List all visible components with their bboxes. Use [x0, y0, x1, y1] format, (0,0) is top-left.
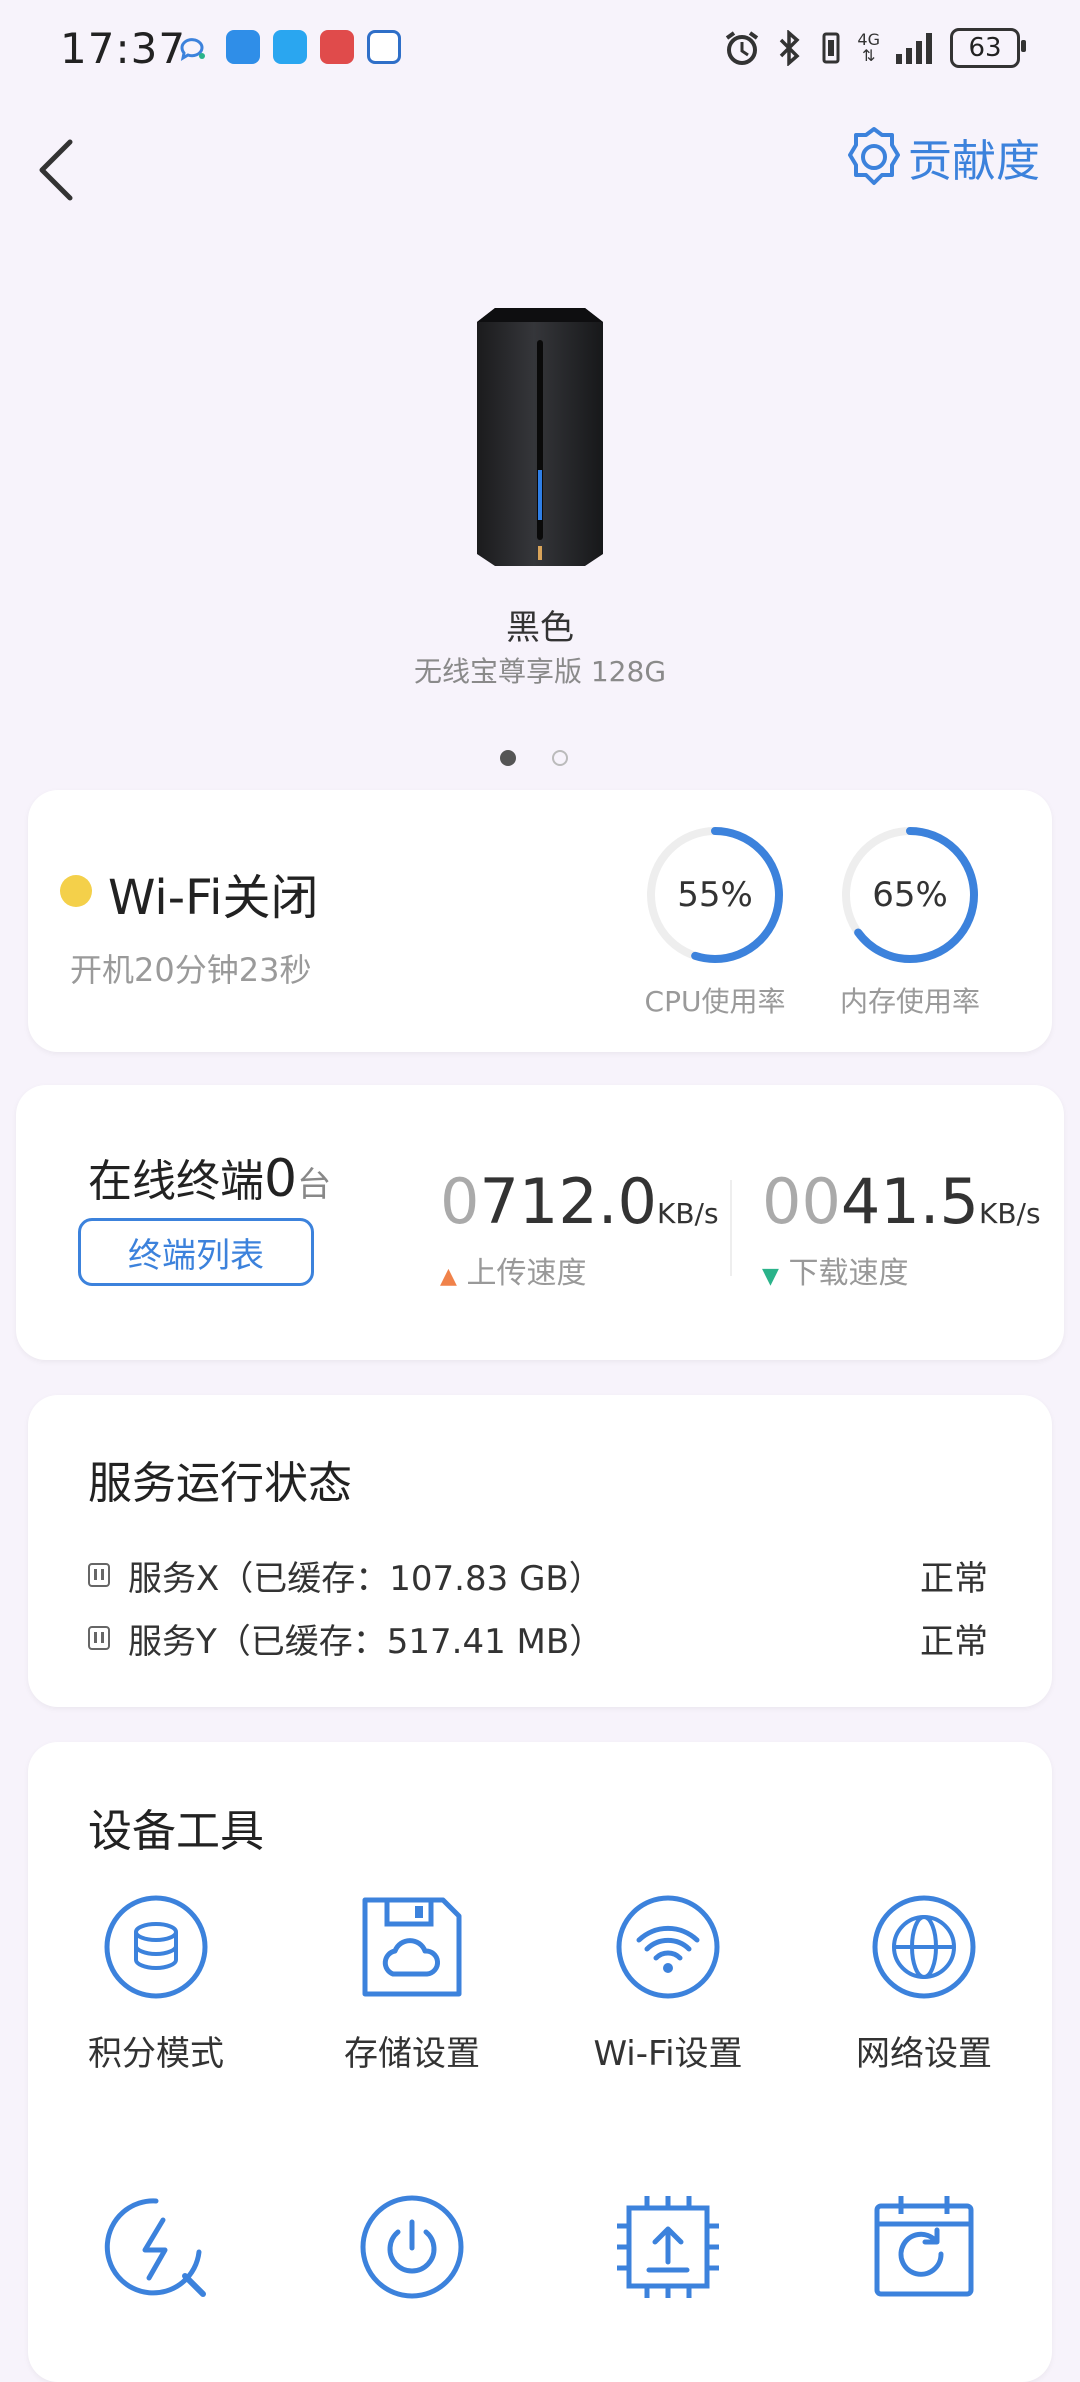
- download-unit: KB/s: [978, 1197, 1041, 1230]
- network-type: 4G ⇅: [857, 30, 880, 65]
- uptime-label: 开机20分钟23秒: [70, 951, 312, 989]
- back-button[interactable]: [28, 130, 88, 210]
- service-name: 服务Y（已缓存：517.41 MB）: [128, 1621, 604, 1662]
- browser-app-icon: [367, 30, 401, 64]
- vibrate-icon: [822, 32, 840, 64]
- memory-gauge: 65%: [835, 820, 985, 974]
- database-icon: [104, 1895, 208, 1999]
- download-value: 41.5: [840, 1165, 979, 1238]
- chevron-left-icon: [39, 139, 73, 201]
- upgrade-chip-icon: [617, 2196, 719, 2298]
- service-icon: [88, 1626, 110, 1650]
- upload-label: 上传速度: [466, 1256, 587, 1291]
- services-title: 服务运行状态: [88, 1458, 352, 1509]
- upload-unit: KB/s: [656, 1197, 719, 1230]
- cloud-storage-icon: [362, 1897, 462, 1997]
- download-prefix: 00: [762, 1165, 841, 1238]
- tool-power[interactable]: [312, 2192, 512, 2326]
- service-name: 服务X（已缓存：107.83 GB）: [128, 1558, 603, 1599]
- memory-value: 65%: [872, 875, 948, 915]
- battery-level: 63: [968, 33, 1002, 63]
- upload-label-row: ▲ 上传速度: [440, 1248, 586, 1292]
- power-icon: [360, 2195, 464, 2299]
- download-arrow-icon: ▼: [762, 1264, 779, 1289]
- upload-value: 712.0: [479, 1165, 657, 1238]
- download-speed: 0041.5KB/s: [762, 1165, 1041, 1238]
- cpu-label: CPU使用率: [644, 985, 786, 1018]
- wifi-icon: [616, 1895, 720, 1999]
- service-row: 服务Y（已缓存：517.41 MB） 正常: [88, 1613, 988, 1663]
- tool-speed-test[interactable]: [56, 2192, 256, 2326]
- service-icon: [88, 1563, 110, 1587]
- cpu-value: 55%: [677, 875, 753, 915]
- status-time: 17:37: [60, 24, 187, 73]
- tools-title: 设备工具: [88, 1806, 264, 1857]
- tool-wifi-settings[interactable]: Wi-Fi设置: [568, 1892, 768, 2075]
- terminal-list-button[interactable]: 终端列表: [78, 1218, 314, 1286]
- online-count: 0: [264, 1149, 298, 1209]
- red-app-icon: [320, 30, 354, 64]
- badge-icon: [848, 127, 900, 185]
- tool-label: Wi-Fi设置: [593, 2034, 743, 2074]
- wifi-status-label: Wi-Fi关闭: [108, 870, 319, 926]
- tool-storage-settings[interactable]: 存储设置: [312, 1892, 512, 2075]
- contribution-label: 贡献度: [908, 136, 1040, 187]
- upload-prefix: 0: [440, 1165, 480, 1238]
- chat-icon: [180, 38, 205, 62]
- upload-arrow-icon: ▲: [440, 1264, 457, 1289]
- weather-icon: [226, 30, 260, 64]
- router-image: [477, 308, 603, 566]
- download-label: 下载速度: [788, 1256, 909, 1291]
- page-indicator[interactable]: [552, 750, 568, 766]
- speed-test-icon: [104, 2198, 206, 2297]
- upload-speed: 0712.0KB/s: [440, 1165, 719, 1238]
- online-terminals: 在线终端0台: [88, 1145, 331, 1209]
- device-model: 无线宝尊享版 128G: [413, 655, 667, 688]
- service-row: 服务X（已缓存：107.83 GB） 正常: [88, 1550, 988, 1600]
- contribution-button[interactable]: 贡献度: [844, 125, 1040, 189]
- status-right: 4G ⇅ 63: [723, 28, 1026, 68]
- memory-label: 内存使用率: [839, 985, 980, 1018]
- tool-label: 积分模式: [88, 2034, 224, 2074]
- tool-network-settings[interactable]: 网络设置: [824, 1892, 1024, 2075]
- service-status: 正常: [920, 1558, 988, 1599]
- page-indicator-active[interactable]: [500, 750, 516, 766]
- tool-label: 存储设置: [344, 2034, 480, 2074]
- tool-points-mode[interactable]: 积分模式: [56, 1892, 256, 2075]
- online-label: 在线终端: [88, 1156, 264, 1207]
- battery-icon: 63: [950, 28, 1026, 68]
- globe-icon: [872, 1895, 976, 1999]
- status-bar: 17:37 4G ⇅ 63: [0, 0, 1080, 100]
- wifi-status-dot: [60, 875, 92, 907]
- service-status: 正常: [920, 1621, 988, 1662]
- tool-label: 网络设置: [856, 2034, 992, 2074]
- download-label-row: ▼ 下载速度: [762, 1248, 908, 1292]
- scheduled-restart-icon: [874, 2196, 974, 2297]
- device-name: 黑色: [506, 608, 574, 648]
- speed-divider: [730, 1180, 732, 1276]
- tool-firmware-upgrade[interactable]: [568, 2192, 768, 2326]
- alarm-icon: [726, 31, 759, 65]
- cpu-gauge: 55%: [640, 820, 790, 974]
- tool-scheduled-restart[interactable]: [824, 2192, 1024, 2326]
- online-unit: 台: [297, 1165, 332, 1205]
- signal-icon: [896, 33, 932, 64]
- search-app-icon: [273, 30, 307, 64]
- bluetooth-icon: [780, 30, 800, 66]
